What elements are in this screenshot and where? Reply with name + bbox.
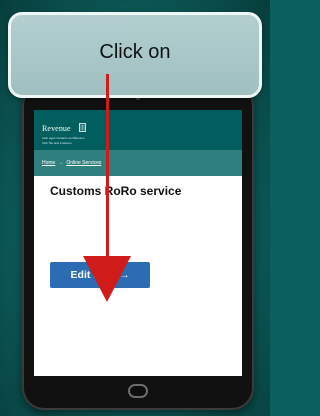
home-button[interactable] <box>128 384 148 398</box>
harp-icon <box>79 123 87 132</box>
tablet-frame: Revenue Cáin agus Custaim na hÉireann Ir… <box>22 84 254 410</box>
instruction-callout: Click on <box>8 12 262 98</box>
site-header: Revenue Cáin agus Custaim na hÉireann Ir… <box>34 110 242 150</box>
breadcrumb: Home → Online Services <box>42 160 101 166</box>
logo-subtitle-english: Irish Tax and Customs <box>42 140 72 145</box>
revenue-logo[interactable]: Revenue Cáin agus Custaim na hÉireann Ir… <box>42 118 87 145</box>
breadcrumb-bar: Home → Online Services <box>34 150 242 176</box>
breadcrumb-home-link[interactable]: Home <box>42 160 55 166</box>
logo-subtitle-irish: Cáin agus Custaim na hÉireann <box>42 136 85 140</box>
breadcrumb-separator: → <box>58 160 64 166</box>
logo-text: Revenue <box>42 124 71 133</box>
pointer-arrow-shaft <box>106 74 109 260</box>
page-title: Customs RoRo service <box>50 184 182 198</box>
callout-text: Click on <box>99 41 171 63</box>
breadcrumb-online-services-link[interactable]: Online Services <box>66 160 101 166</box>
tablet-screen: Revenue Cáin agus Custaim na hÉireann Ir… <box>34 110 242 376</box>
pointer-arrow-icon <box>83 256 131 302</box>
